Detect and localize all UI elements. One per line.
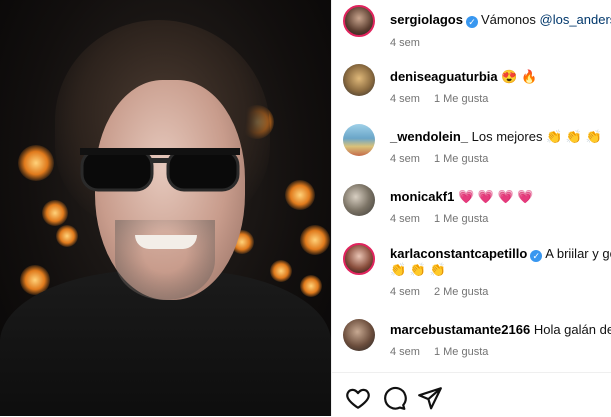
- comment-likes[interactable]: 1 Me gusta: [434, 93, 488, 105]
- comment-username[interactable]: sergiolagos: [390, 12, 463, 27]
- comment-text: Hola galán de to: [533, 322, 611, 337]
- verified-badge-icon: ✓: [530, 250, 543, 262]
- comment-time[interactable]: 4 sem: [390, 346, 420, 358]
- smile: [135, 235, 197, 249]
- comment-username[interactable]: marcebustamante2166: [390, 322, 530, 337]
- comment-username[interactable]: monicakf1: [390, 189, 454, 204]
- comment-item: monicakf1 💗 💗 💗 💗 4 sem 1 Me gusta: [331, 184, 611, 239]
- comment-time[interactable]: 4 sem: [390, 37, 420, 49]
- verified-badge-icon: ✓: [465, 16, 478, 28]
- comment-username[interactable]: deniseaguaturbia: [390, 69, 498, 84]
- post-photo[interactable]: [0, 0, 331, 416]
- avatar[interactable]: [343, 124, 375, 156]
- avatar[interactable]: [343, 243, 375, 275]
- comment-time[interactable]: 4 sem: [390, 286, 420, 298]
- comment-text: 💗 💗 💗 💗: [457, 189, 534, 204]
- sunglasses: [80, 148, 240, 192]
- bokeh-light: [42, 200, 68, 226]
- comment-likes[interactable]: 1 Me gusta: [434, 346, 488, 358]
- comment-item: sergiolagos✓Vámonos @los_andersen 4 sem: [331, 5, 611, 60]
- beard: [115, 220, 215, 300]
- comment-text: Vámonos: [480, 12, 540, 27]
- avatar[interactable]: [343, 64, 375, 96]
- comment-text: A briilar y goza: [545, 246, 611, 261]
- bokeh-light: [300, 225, 330, 255]
- share-icon[interactable]: [417, 385, 443, 411]
- comment-username[interactable]: karlaconstantcapetillo: [390, 246, 527, 261]
- bokeh-light: [285, 180, 315, 210]
- comment-time[interactable]: 4 sem: [390, 213, 420, 225]
- comment-likes[interactable]: 1 Me gusta: [434, 153, 488, 165]
- bokeh-light: [270, 260, 292, 282]
- comment-item: _wendolein_ Los mejores 👏 👏 👏 4 sem 1 Me …: [331, 124, 611, 179]
- heart-icon[interactable]: [345, 385, 371, 411]
- comment-item: deniseaguaturbia 😍 🔥 4 sem 1 Me gusta: [331, 64, 611, 119]
- bokeh-light: [18, 145, 54, 181]
- avatar[interactable]: [343, 319, 375, 351]
- post-actions-bar: [331, 372, 611, 417]
- bokeh-light: [56, 225, 78, 247]
- comment-time[interactable]: 4 sem: [390, 93, 420, 105]
- comment-text-continued: 👏 👏 👏: [390, 262, 446, 277]
- comment-item: marcebustamante2166 Hola galán de to 4 s…: [331, 319, 611, 369]
- comment-username[interactable]: _wendolein_: [390, 129, 468, 144]
- comment-likes[interactable]: 1 Me gusta: [434, 213, 488, 225]
- avatar[interactable]: [343, 5, 375, 37]
- comment-text: 😍 🔥: [501, 69, 538, 84]
- comment-text: Los mejores 👏 👏 👏: [471, 129, 602, 144]
- comment-time[interactable]: 4 sem: [390, 153, 420, 165]
- bokeh-light: [300, 275, 322, 297]
- comments-panel[interactable]: sergiolagos✓Vámonos @los_andersen 4 sem …: [331, 0, 611, 372]
- comment-likes[interactable]: 2 Me gusta: [434, 286, 488, 298]
- comment-mention[interactable]: @los_andersen: [540, 12, 611, 27]
- comment-item: karlaconstantcapetillo✓A briilar y goza …: [331, 243, 611, 305]
- avatar[interactable]: [343, 184, 375, 216]
- comment-icon[interactable]: [381, 385, 407, 411]
